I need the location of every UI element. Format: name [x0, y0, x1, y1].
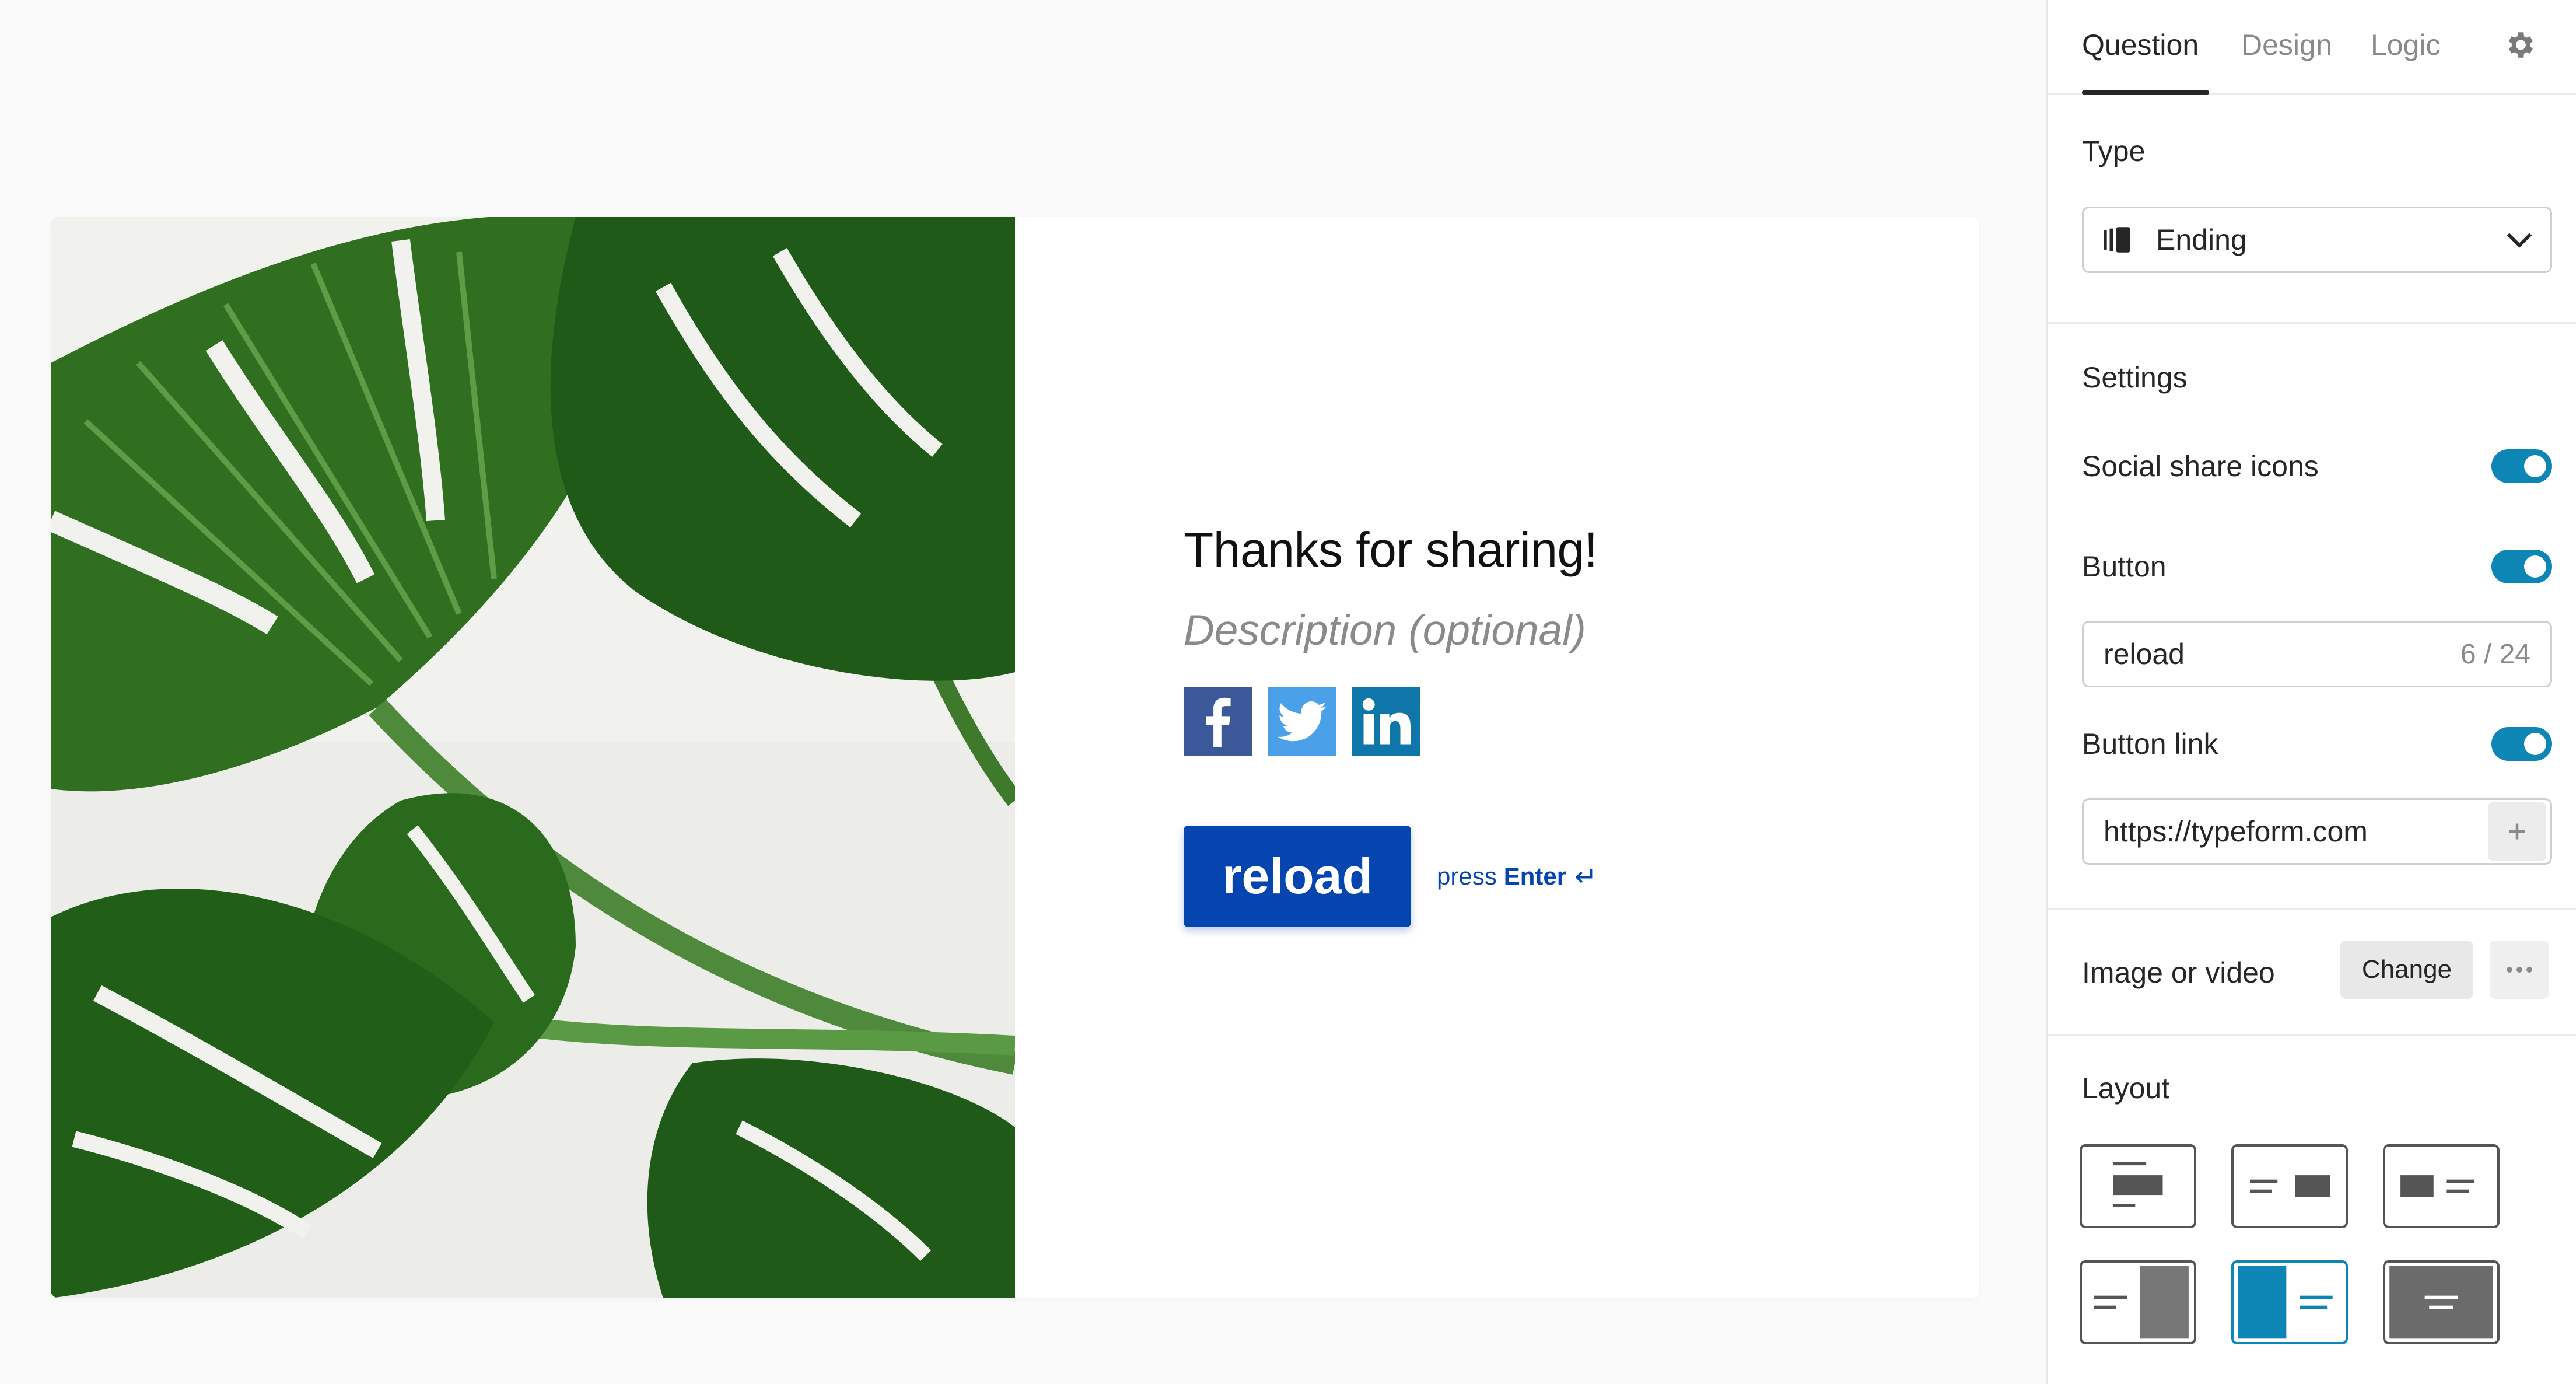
- more-options-button[interactable]: [2490, 941, 2549, 999]
- reload-button[interactable]: reload: [1184, 826, 1411, 928]
- enter-label: Enter: [1503, 862, 1567, 890]
- chevron-down-icon: [2507, 233, 2532, 248]
- button-label: Button: [2082, 550, 2166, 583]
- monstera-leaves-illustration: [51, 217, 1015, 1298]
- button-link-label: Button link: [2082, 728, 2218, 760]
- divider: [2048, 322, 2576, 324]
- linkedin-icon[interactable]: [1352, 687, 1420, 756]
- question-type-value: Ending: [2156, 223, 2247, 256]
- social-share-icons: [1184, 687, 1942, 756]
- tab-logic[interactable]: Logic: [2371, 28, 2441, 62]
- more-dots-icon: [2507, 967, 2532, 973]
- divider: [2048, 908, 2576, 910]
- layout-option-image-top[interactable]: [2080, 1144, 2196, 1228]
- panel-tabs: Question Design Logic: [2048, 0, 2576, 95]
- tab-question[interactable]: Question: [2082, 28, 2199, 62]
- press-enter-hint: press Enter ↵: [1437, 861, 1597, 892]
- layout-option-image-split-left-text[interactable]: [2231, 1260, 2348, 1344]
- facebook-icon[interactable]: [1184, 687, 1252, 756]
- social-share-icons-toggle[interactable]: [2491, 449, 2552, 483]
- button-link-input[interactable]: https://typeform.com: [2082, 798, 2552, 865]
- add-variable-button[interactable]: [2488, 802, 2546, 861]
- ending-content: Thanks for sharing! Description (optiona…: [1184, 520, 1942, 928]
- form-preview-canvas: Thanks for sharing! Description (optiona…: [0, 0, 2046, 1384]
- button-link-value: https://typeform.com: [2104, 815, 2368, 848]
- button-text-value: reload: [2104, 638, 2185, 670]
- layout-section-label: Layout: [2082, 1072, 2170, 1105]
- ending-type-icon: [2104, 227, 2130, 253]
- layout-option-image-left-text-right[interactable]: [2383, 1144, 2500, 1228]
- enter-key-icon: ↵: [1574, 861, 1597, 892]
- change-media-button[interactable]: Change: [2340, 941, 2473, 999]
- button-link-toggle[interactable]: [2491, 727, 2552, 761]
- button-toggle[interactable]: [2491, 550, 2552, 583]
- type-section-label: Type: [2082, 135, 2146, 167]
- press-label: press: [1437, 862, 1497, 890]
- plus-icon: [2509, 823, 2525, 840]
- ending-description-placeholder[interactable]: Description (optional): [1184, 605, 1942, 656]
- question-type-select[interactable]: Ending: [2082, 207, 2552, 273]
- tab-design[interactable]: Design: [2241, 28, 2332, 62]
- layout-option-text-left-image-split[interactable]: [2080, 1260, 2196, 1344]
- button-text-input[interactable]: reload 6 / 24: [2082, 621, 2552, 687]
- twitter-icon[interactable]: [1268, 687, 1336, 756]
- button-text-char-count: 6 / 24: [2460, 638, 2530, 670]
- settings-section-label: Settings: [2082, 361, 2188, 394]
- layout-option-image-background[interactable]: [2383, 1260, 2500, 1344]
- image-or-video-label: Image or video: [2082, 956, 2275, 989]
- divider: [2048, 1034, 2576, 1036]
- monstera-image: [51, 217, 1015, 1298]
- ending-title[interactable]: Thanks for sharing!: [1184, 520, 1942, 579]
- social-share-icons-label: Social share icons: [2082, 450, 2319, 483]
- layout-option-text-left-image-right[interactable]: [2231, 1144, 2348, 1228]
- active-tab-indicator: [2082, 90, 2209, 95]
- ending-screen-card: Thanks for sharing! Description (optiona…: [51, 217, 1979, 1298]
- gear-icon[interactable]: [2502, 28, 2536, 62]
- cta-row: reload press Enter ↵: [1184, 826, 1942, 928]
